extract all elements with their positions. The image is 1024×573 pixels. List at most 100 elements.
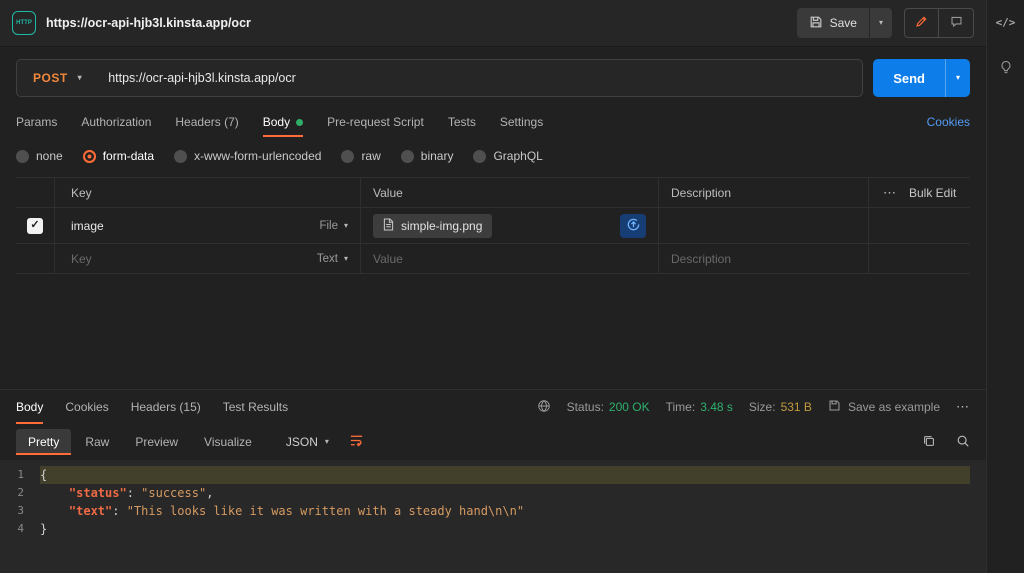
send-button-group: Send ▾ [873, 59, 970, 97]
response-more-options-icon[interactable]: ⋯ [956, 399, 970, 415]
key-cell[interactable]: image File ▾ [54, 208, 360, 243]
status-label: Status: [567, 400, 604, 414]
value-type-select[interactable]: Text ▾ [317, 253, 348, 265]
view-tab-pretty[interactable]: Pretty [16, 429, 71, 455]
code-line: 3 "text": "This looks like it was writte… [0, 502, 986, 520]
key-value: image [71, 219, 104, 233]
save-options-button[interactable]: ▾ [869, 8, 892, 38]
line-number: 3 [0, 502, 40, 520]
radio-icon [401, 150, 414, 163]
format-select[interactable]: JSON ▾ [278, 429, 337, 455]
time-badge: Time: 3.48 s [666, 400, 733, 414]
response-header: Body Cookies Headers (15) Test Results S… [0, 390, 986, 424]
app-window: HTTP https://ocr-api-hjb3l.kinsta.app/oc… [0, 0, 1024, 573]
network-globe-icon[interactable] [537, 399, 551, 416]
key-column-header: Key [54, 178, 360, 207]
code-line: 4 } [0, 520, 986, 538]
tab-body[interactable]: Body [263, 107, 303, 137]
chevron-down-icon: ▾ [344, 255, 348, 263]
wrap-lines-button[interactable] [349, 433, 364, 451]
file-name: simple-img.png [401, 219, 482, 233]
url-bar: POST ▾ [16, 59, 863, 97]
save-button[interactable]: Save [797, 8, 869, 38]
body-type-label: raw [361, 149, 380, 163]
url-row: POST ▾ Send ▾ [0, 47, 986, 107]
response-tab-headers[interactable]: Headers (15) [131, 390, 201, 424]
body-type-label: form-data [103, 149, 154, 163]
body-type-raw[interactable]: raw [341, 149, 380, 163]
http-request-icon: HTTP [12, 11, 36, 35]
tab-settings[interactable]: Settings [500, 107, 543, 137]
tab-tests[interactable]: Tests [448, 107, 476, 137]
row-select-cell: ✓ [16, 208, 54, 243]
response-tab-cookies[interactable]: Cookies [65, 390, 108, 424]
body-type-binary[interactable]: binary [401, 149, 454, 163]
body-type-label: x-www-form-urlencoded [194, 149, 321, 163]
code-text: { [40, 466, 970, 484]
file-chip[interactable]: simple-img.png [373, 214, 492, 238]
comments-button[interactable] [939, 9, 973, 37]
view-tab-preview[interactable]: Preview [123, 429, 190, 455]
size-value: 531 B [781, 400, 812, 414]
table-actions-cell: ⋯ Bulk Edit [868, 178, 970, 207]
copy-icon[interactable] [922, 434, 936, 451]
save-example-icon [828, 399, 841, 415]
key-cell-empty[interactable]: Key Text ▾ [54, 244, 360, 273]
view-tab-raw[interactable]: Raw [73, 429, 121, 455]
tab-authorization[interactable]: Authorization [81, 107, 151, 137]
lightbulb-icon[interactable] [999, 59, 1013, 74]
modified-dot-icon [296, 119, 303, 126]
wrap-text-icon [349, 433, 364, 451]
row-checkbox[interactable]: ✓ [27, 218, 43, 234]
check-icon: ✓ [30, 220, 39, 231]
response-body-viewer[interactable]: 1 { 2 "status": "success", 3 "text": "Th… [0, 460, 986, 573]
body-type-form-data[interactable]: form-data [83, 149, 154, 163]
value-placeholder: Value [373, 252, 403, 266]
description-cell-empty[interactable]: Description [658, 244, 868, 273]
response-tab-test-results[interactable]: Test Results [223, 390, 288, 424]
table-row-empty: Key Text ▾ Value Description [16, 244, 970, 274]
response-tab-body[interactable]: Body [16, 390, 43, 424]
send-options-button[interactable]: ▾ [945, 59, 970, 97]
code-line: 1 { [0, 466, 986, 484]
radio-icon [16, 150, 29, 163]
rename-button[interactable] [905, 9, 939, 37]
form-data-table: Key Value Description ⋯ Bulk Edit ✓ [16, 177, 970, 274]
response-toolbar-right [922, 434, 970, 451]
body-type-urlencoded[interactable]: x-www-form-urlencoded [174, 149, 321, 163]
value-cell-empty[interactable]: Value [360, 244, 658, 273]
topbar: HTTP https://ocr-api-hjb3l.kinsta.app/oc… [0, 0, 986, 47]
body-type-graphql[interactable]: GraphQL [473, 149, 542, 163]
save-button-group: Save ▾ [797, 8, 892, 38]
upload-file-button[interactable] [620, 214, 646, 238]
tab-params[interactable]: Params [16, 107, 57, 137]
line-number: 2 [0, 484, 40, 502]
view-tab-visualize[interactable]: Visualize [192, 429, 264, 455]
value-type-label: File [319, 220, 338, 232]
description-cell[interactable] [658, 208, 868, 243]
header-select-cell [16, 178, 54, 207]
tab-prerequest-script[interactable]: Pre-request Script [327, 107, 424, 137]
request-tabs: Params Authorization Headers (7) Body Pr… [0, 107, 986, 137]
url-input[interactable] [96, 60, 862, 96]
cookies-link[interactable]: Cookies [927, 115, 970, 129]
value-type-select[interactable]: File ▾ [319, 220, 348, 232]
tab-headers[interactable]: Headers (7) [175, 107, 238, 137]
row-select-cell [16, 244, 54, 273]
request-panel: POST ▾ Send ▾ Params Authorization Heade… [0, 47, 986, 389]
send-button[interactable]: Send [873, 59, 945, 97]
radio-selected-icon [83, 150, 96, 163]
pencil-icon [915, 15, 928, 31]
save-as-example-button[interactable]: Save as example [828, 399, 940, 415]
code-snippet-icon[interactable]: </> [996, 16, 1016, 29]
code-text: "text": "This looks like it was written … [40, 502, 970, 520]
method-label: POST [33, 71, 68, 85]
line-number: 4 [0, 520, 40, 538]
bulk-edit-button[interactable]: Bulk Edit [909, 186, 956, 200]
more-options-icon[interactable]: ⋯ [883, 185, 897, 201]
method-select[interactable]: POST ▾ [17, 60, 96, 96]
edit-button-group [904, 8, 974, 38]
http-badge-label: HTTP [16, 20, 32, 26]
search-icon[interactable] [956, 434, 970, 451]
body-type-none[interactable]: none [16, 149, 63, 163]
